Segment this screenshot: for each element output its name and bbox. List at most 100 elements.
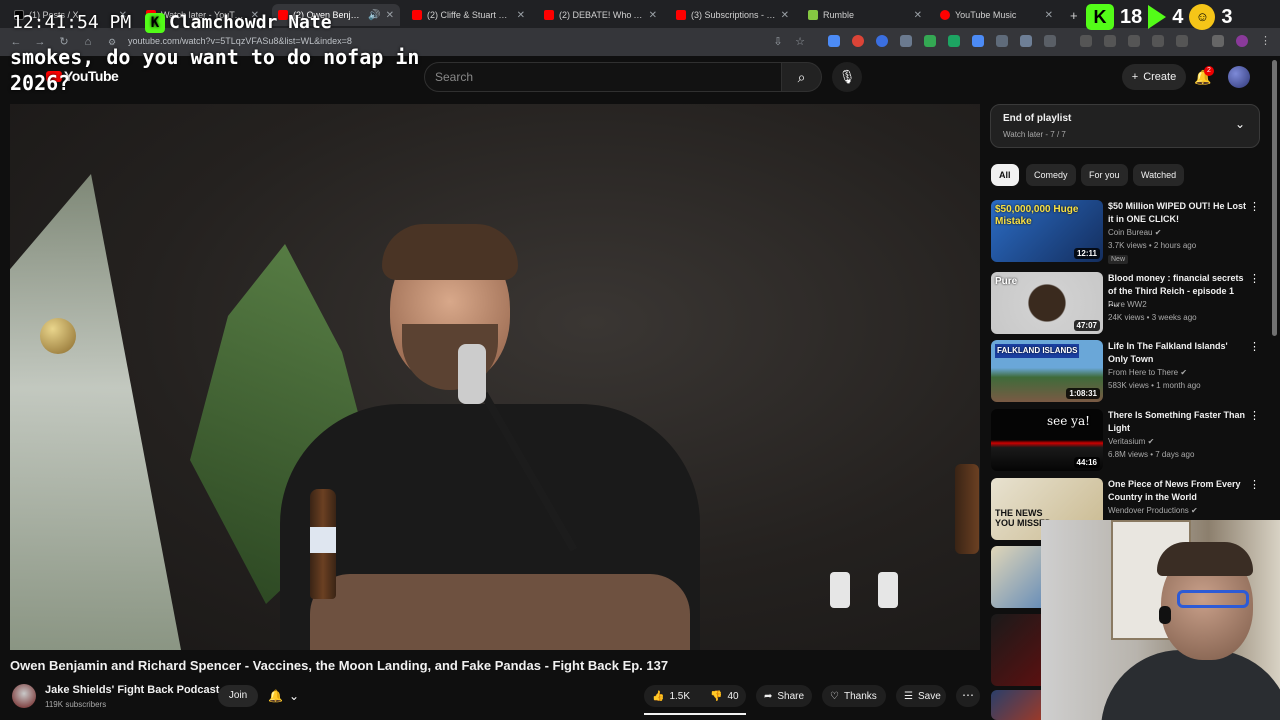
- close-tab-icon[interactable]: ✕: [914, 10, 922, 21]
- account-avatar[interactable]: [1228, 66, 1250, 88]
- mini-bottle: [830, 572, 850, 608]
- overlay-clock: 12:41:54 PM: [12, 12, 132, 33]
- more-vertical-icon[interactable]: ⋮: [1249, 478, 1260, 491]
- close-tab-icon[interactable]: ✕: [517, 10, 525, 21]
- recommendation-channel: Wendover Productions ✔: [1108, 506, 1198, 515]
- channel-avatar[interactable]: [12, 684, 36, 708]
- chip-comedy[interactable]: Comedy: [1026, 164, 1076, 186]
- profile-switch-icon[interactable]: [1212, 35, 1224, 47]
- close-tab-icon[interactable]: ✕: [1045, 10, 1053, 21]
- tab-debate[interactable]: (2) DEBATE! Who Are th ✕: [538, 4, 663, 26]
- youtube-favicon-icon: [412, 10, 422, 20]
- extension-icon[interactable]: [828, 35, 840, 47]
- browser-menu-icon[interactable]: ⋮: [1260, 35, 1272, 47]
- video-thumbnail[interactable]: [991, 546, 1041, 608]
- chevron-down-icon[interactable]: ⌄: [1235, 117, 1245, 131]
- subscriber-count: 119K subscribers: [45, 700, 107, 709]
- speaker-icon[interactable]: 🔊: [368, 10, 380, 21]
- devtools-icon[interactable]: [1128, 35, 1140, 47]
- emoji-icon: ☺: [1189, 4, 1216, 30]
- more-actions-button[interactable]: ⋯: [956, 685, 980, 707]
- earbud: [1159, 606, 1171, 624]
- install-app-icon[interactable]: ⇩: [770, 34, 786, 50]
- video-thumbnail[interactable]: [991, 614, 1041, 686]
- extension-icon[interactable]: [900, 35, 912, 47]
- webcam-glasses: [1177, 590, 1249, 608]
- recommendation-title[interactable]: Life In The Falkland Islands' Only Town: [1108, 340, 1246, 365]
- recommendation-title[interactable]: $50 Million WIPED OUT! He Lost it in ONE…: [1108, 200, 1246, 225]
- join-button[interactable]: Join: [218, 685, 258, 707]
- thanks-button[interactable]: ♡ Thanks: [822, 685, 886, 707]
- extension-icon[interactable]: [948, 35, 960, 47]
- recommendation-item[interactable]: FALKLAND ISLANDS 1:08:31 Life In The Fal…: [990, 340, 1260, 402]
- recommendation-item[interactable]: see ya! 44:16 There Is Something Faster …: [990, 409, 1260, 471]
- verified-icon: ✔: [1191, 506, 1198, 515]
- video-thumbnail[interactable]: $50,000,000 Huge Mistake 12:11: [991, 200, 1103, 262]
- extension-icon[interactable]: [1020, 35, 1032, 47]
- save-playlist-icon: ☰: [904, 690, 913, 702]
- recommendation-item[interactable]: Pure 47:07 Blood money : financial secre…: [990, 272, 1260, 334]
- more-vertical-icon[interactable]: ⋮: [1249, 200, 1260, 213]
- close-tab-icon[interactable]: ✕: [649, 10, 657, 21]
- counter-b: 4: [1172, 5, 1184, 28]
- recommendation-title[interactable]: There Is Something Faster Than Light: [1108, 409, 1246, 434]
- dislike-button[interactable]: 👎 40: [702, 685, 746, 707]
- scrollbar-thumb[interactable]: [1272, 60, 1277, 336]
- search-button[interactable]: ⌕: [782, 62, 822, 92]
- chip-for-you[interactable]: For you: [1081, 164, 1128, 186]
- more-vertical-icon[interactable]: ⋮: [1249, 272, 1260, 285]
- downloads-icon[interactable]: [1176, 35, 1188, 47]
- playlist-panel[interactable]: End of playlist Watch later - 7 / 7 ⌄: [990, 104, 1260, 148]
- close-tab-icon[interactable]: ✕: [386, 10, 394, 21]
- search-input[interactable]: [425, 63, 781, 91]
- profile-avatar-icon[interactable]: [1236, 35, 1248, 47]
- extensions-puzzle-icon[interactable]: [1044, 35, 1056, 47]
- thumbs-down-icon: 👎: [710, 690, 723, 702]
- more-vertical-icon[interactable]: ⋮: [1249, 340, 1260, 353]
- thumbs-up-icon: 👍: [652, 690, 665, 702]
- close-tab-icon[interactable]: ✕: [781, 10, 789, 21]
- history-icon[interactable]: [1080, 35, 1092, 47]
- chevron-down-icon: ⌄: [288, 689, 300, 703]
- extension-icon[interactable]: [996, 35, 1008, 47]
- recommendation-item[interactable]: $50,000,000 Huge Mistake 12:11 $50 Milli…: [990, 200, 1260, 264]
- extension-icon[interactable]: [876, 35, 888, 47]
- share-icon: ➦: [764, 690, 773, 702]
- share-button[interactable]: ➦ Share: [756, 685, 812, 707]
- more-vertical-icon[interactable]: ⋮: [1249, 409, 1260, 422]
- extension-icon[interactable]: [852, 35, 864, 47]
- mini-bottle: [878, 572, 898, 608]
- extension-icon[interactable]: [924, 35, 936, 47]
- duration-badge: 47:07: [1073, 320, 1100, 331]
- bookmark-star-icon[interactable]: ☆: [792, 34, 808, 50]
- save-button[interactable]: ☰ Save: [896, 685, 946, 707]
- video-player[interactable]: [10, 104, 980, 650]
- reading-list-icon[interactable]: [1104, 35, 1116, 47]
- playlist-title: End of playlist: [1003, 113, 1072, 124]
- notification-settings-button[interactable]: 🔔 ⌄: [268, 685, 310, 707]
- video-thumbnail[interactable]: FALKLAND ISLANDS 1:08:31: [991, 340, 1103, 402]
- chip-watched[interactable]: Watched: [1133, 164, 1185, 186]
- recommendation-channel: From Here to There ✔: [1108, 368, 1188, 377]
- video-thumbnail[interactable]: see ya! 44:16: [991, 409, 1103, 471]
- recommendation-title[interactable]: One Piece of News From Every Country in …: [1108, 478, 1246, 503]
- search-box[interactable]: [424, 62, 782, 92]
- playlist-subtitle: Watch later - 7 / 7: [1003, 130, 1066, 139]
- side-panel-icon[interactable]: [1152, 35, 1164, 47]
- kick-logo-icon: K: [145, 12, 165, 33]
- new-badge: New: [1108, 255, 1129, 264]
- voice-search-button[interactable]: 🎙: [832, 62, 862, 92]
- tab-rumble[interactable]: Rumble ✕: [802, 4, 928, 26]
- tab-subscriptions[interactable]: (3) Subscriptions - YouT ✕: [670, 4, 795, 26]
- tab-cliffe-stuart[interactable]: (2) Cliffe & Stuart Knech ✕: [406, 4, 531, 26]
- extension-icon[interactable]: [972, 35, 984, 47]
- like-button[interactable]: 👍 1.5K: [644, 685, 702, 707]
- video-thumbnail[interactable]: Pure 47:07: [991, 272, 1103, 334]
- create-button[interactable]: + Create: [1122, 64, 1186, 90]
- recommendation-channel: Veritasium ✔: [1108, 437, 1155, 446]
- tab-youtube-music[interactable]: YouTube Music ✕: [934, 4, 1059, 26]
- channel-name[interactable]: Jake Shields' Fight Back Podcast: [45, 684, 219, 696]
- video-thumbnail[interactable]: [991, 690, 1041, 720]
- new-tab-button[interactable]: +: [1064, 4, 1084, 26]
- chip-all[interactable]: All: [991, 164, 1019, 186]
